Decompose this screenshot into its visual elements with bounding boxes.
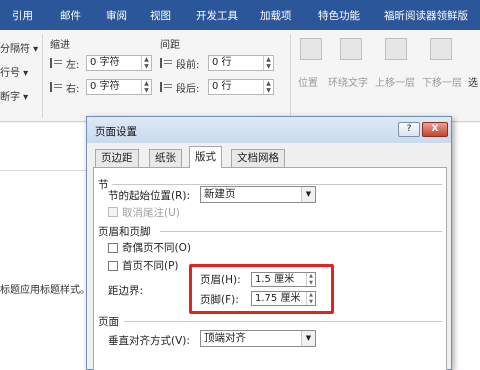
indent-group-label: 缩进 <box>50 40 70 51</box>
spin-arrows-icon[interactable]: ▲ ▼ <box>263 56 273 70</box>
spacing-group-label: 间距 <box>160 40 180 51</box>
breaks-button[interactable]: 分隔符 ▾ <box>0 40 38 55</box>
position-button[interactable]: 位置 <box>298 74 318 89</box>
ribbon-separator <box>290 34 291 118</box>
spin-arrows-icon[interactable]: ▲ ▼ <box>141 56 151 70</box>
page-group-title: 页面 <box>98 316 119 328</box>
send-backward-icon <box>430 38 452 60</box>
suppress-endnotes-label: 取消尾注(U) <box>122 207 180 219</box>
spacing-after-icon <box>160 82 172 92</box>
spacing-after-label: 段后: <box>176 84 200 95</box>
tab-layout[interactable]: 版式 <box>189 146 222 168</box>
send-backward-button[interactable]: 下移一层 <box>422 74 462 89</box>
tab-developer[interactable]: 开发工具 <box>196 8 238 23</box>
document-text: 标题应用标题样式。 <box>0 285 90 296</box>
tab-addins[interactable]: 加载项 <box>260 8 292 23</box>
tab-references[interactable]: 引用 <box>12 8 33 23</box>
odd-even-label[interactable]: 奇偶页不同(O) <box>122 240 191 255</box>
tab-review[interactable]: 审阅 <box>106 8 127 23</box>
tab-paper[interactable]: 纸张 <box>149 149 182 167</box>
position-icon <box>300 38 322 60</box>
selection-pane-button[interactable]: 选 <box>468 74 478 89</box>
tab-document-grid[interactable]: 文档网格 <box>231 149 285 167</box>
line-numbers-button[interactable]: 行号 ▾ <box>0 64 28 79</box>
wrap-text-icon <box>340 38 362 60</box>
tab-margins[interactable]: 页边距 <box>95 149 139 167</box>
page-divider <box>124 321 442 322</box>
spacing-before-icon <box>160 58 172 68</box>
from-edge-label: 距边界: <box>108 285 144 297</box>
section-start-select[interactable]: 新建页 ▼ <box>200 186 316 203</box>
suppress-endnotes-checkbox <box>108 207 118 217</box>
tab-foxit-reader[interactable]: 福昕阅读器领鲜版 <box>384 8 468 23</box>
spin-arrows-icon[interactable]: ▲ ▼ <box>141 80 151 94</box>
ribbon-layout-panel: 分隔符 ▾ 行号 ▾ 断字 ▾ 缩进 左: 0 字符 ▲ ▼ 右: 0 字符 ▲ ▼ 间… <box>0 30 480 122</box>
bring-forward-icon <box>385 38 407 60</box>
vertical-align-label: 垂直对齐方式(V): <box>108 335 190 347</box>
highlight-box <box>189 264 334 314</box>
section-start-label: 节的起始位置(R): <box>108 190 191 202</box>
dropdown-arrow-icon[interactable]: ▼ <box>301 187 315 202</box>
tab-mailings[interactable]: 邮件 <box>60 8 81 23</box>
header-footer-group-title: 页眉和页脚 <box>98 226 151 238</box>
header-footer-divider <box>160 231 442 232</box>
dropdown-arrow-icon[interactable]: ▼ <box>301 331 315 346</box>
help-button[interactable]: ? <box>398 122 420 137</box>
hyphenation-button[interactable]: 断字 ▾ <box>0 88 28 103</box>
spacing-before-input[interactable]: 0 行 ▲ ▼ <box>208 55 274 71</box>
vertical-align-select[interactable]: 顶端对齐 ▼ <box>200 330 316 347</box>
indent-left-label: 左: <box>66 60 80 71</box>
section-divider <box>112 184 442 185</box>
tab-view[interactable]: 视图 <box>150 8 171 23</box>
indent-right-label: 右: <box>66 84 80 95</box>
dialog-title: 页面设置 <box>95 126 137 138</box>
indent-left-icon <box>50 58 62 68</box>
tab-special-features[interactable]: 特色功能 <box>318 8 360 23</box>
spacing-before-label: 段前: <box>176 60 200 71</box>
margin-guide <box>0 170 90 171</box>
first-page-checkbox[interactable] <box>108 261 118 271</box>
bring-forward-button[interactable]: 上移一层 <box>375 74 415 89</box>
indent-right-icon <box>50 82 62 92</box>
indent-right-input[interactable]: 0 字符 ▲ ▼ <box>86 79 152 95</box>
section-group-title: 节 <box>98 179 109 191</box>
ribbon-tab-bar: 引用 邮件 审阅 视图 开发工具 加载项 特色功能 福昕阅读器领鲜版 <box>0 0 480 30</box>
odd-even-checkbox[interactable] <box>108 243 118 253</box>
spacing-after-input[interactable]: 0 行 ▲ ▼ <box>208 79 274 95</box>
first-page-label[interactable]: 首页不同(P) <box>122 258 179 273</box>
indent-left-input[interactable]: 0 字符 ▲ ▼ <box>86 55 152 71</box>
ribbon-separator <box>42 34 43 118</box>
dialog-titlebar[interactable]: 页面设置 ? X <box>87 117 451 143</box>
wrap-text-button[interactable]: 环绕文字 <box>328 74 368 89</box>
spin-arrows-icon[interactable]: ▲ ▼ <box>263 80 273 94</box>
close-button[interactable]: X <box>422 122 448 137</box>
